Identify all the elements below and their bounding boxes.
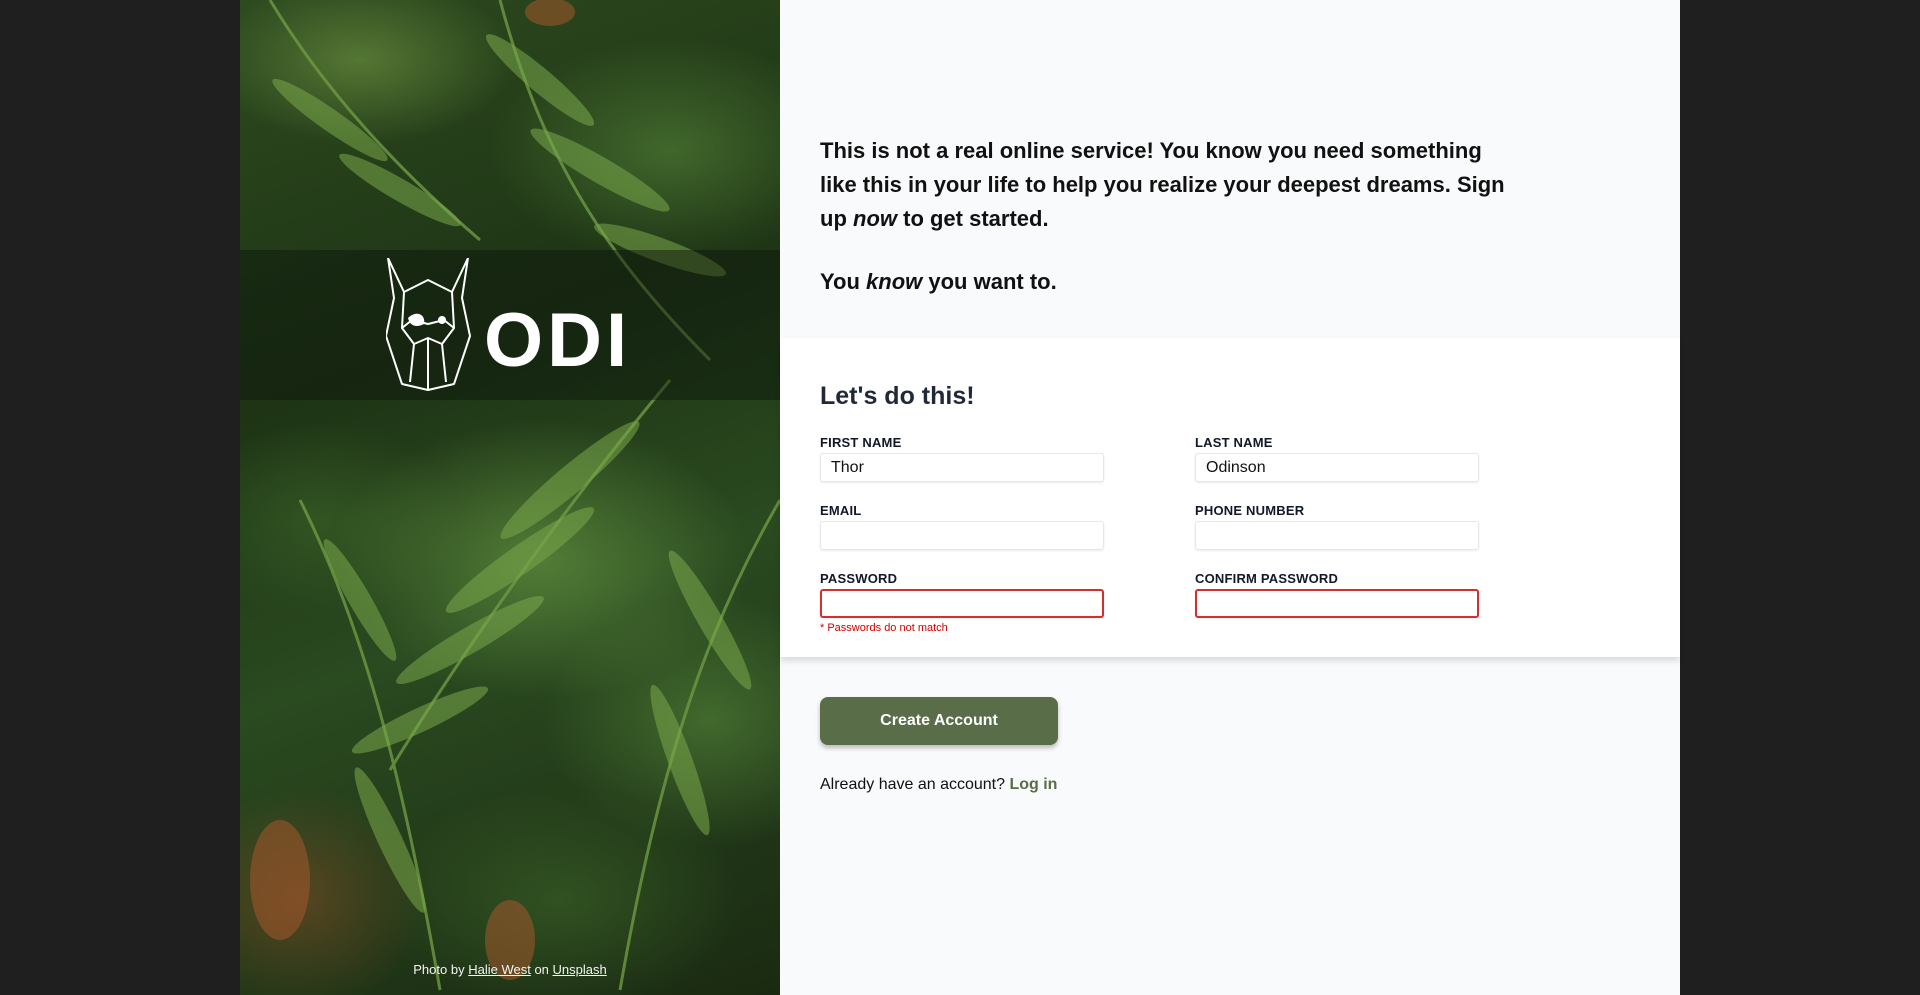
password-field: PASSWORD — [820, 571, 1104, 618]
first-name-input[interactable] — [820, 453, 1104, 482]
photo-credit: Photo by Halie West on Unsplash — [240, 962, 780, 977]
login-prompt-text: Already have an account? — [820, 776, 1010, 793]
intro-emphasis-now: now — [853, 206, 897, 231]
signup-form: Let's do this! FIRST NAME LAST NAME EMAI… — [780, 338, 1680, 657]
last-name-input[interactable] — [1195, 453, 1479, 482]
photo-credit-prefix: Photo by — [413, 962, 469, 977]
odin-logo-wordmark: ODIN — [484, 298, 636, 383]
confirm-password-label: CONFIRM PASSWORD — [1195, 571, 1339, 586]
email-label: EMAIL — [820, 503, 862, 518]
first-name-field: FIRST NAME — [820, 435, 1104, 482]
phone-field: PHONE NUMBER — [1195, 503, 1479, 550]
last-name-field: LAST NAME — [1195, 435, 1479, 482]
form-heading: Let's do this! — [820, 382, 975, 410]
phone-label: PHONE NUMBER — [1195, 503, 1305, 518]
signup-content: This is not a real online service! You k… — [780, 0, 1680, 995]
password-label: PASSWORD — [820, 571, 898, 586]
photo-credit-middle: on — [530, 962, 553, 977]
password-input[interactable] — [820, 589, 1104, 618]
intro-emphasis-know: know — [866, 269, 923, 294]
intro-paragraph-2: You know you want to. — [820, 265, 1520, 299]
password-error-message: * Passwords do not match — [820, 622, 948, 634]
intro-paragraph-1: This is not a real online service! You k… — [820, 134, 1520, 236]
odin-logo: ODIN — [386, 258, 636, 391]
photo-author-link[interactable]: Halie West — [468, 962, 531, 977]
confirm-password-input[interactable] — [1195, 589, 1479, 618]
confirm-password-field: CONFIRM PASSWORD — [1195, 571, 1479, 618]
email-field: EMAIL — [820, 503, 1104, 550]
fern-background-image — [250, 0, 780, 991]
login-prompt: Already have an account? Log in — [820, 776, 1057, 794]
hero-panel: ODIN Photo by Halie West on Unsplash — [240, 0, 780, 995]
last-name-label: LAST NAME — [1195, 435, 1273, 450]
intro-text: This is not a real online service! You k… — [820, 134, 1520, 299]
unsplash-link[interactable]: Unsplash — [553, 962, 607, 977]
intro-text-2: You — [820, 269, 867, 294]
phone-input[interactable] — [1195, 521, 1479, 550]
intro-text-2-end: you want to. — [922, 269, 1057, 294]
page: ODIN Photo by Halie West on Unsplash Thi… — [240, 0, 1680, 995]
create-account-button[interactable]: Create Account — [820, 697, 1058, 745]
login-link[interactable]: Log in — [1009, 776, 1057, 793]
first-name-label: FIRST NAME — [820, 435, 902, 450]
email-input[interactable] — [820, 521, 1104, 550]
intro-text-1-end: to get started. — [897, 206, 1049, 231]
